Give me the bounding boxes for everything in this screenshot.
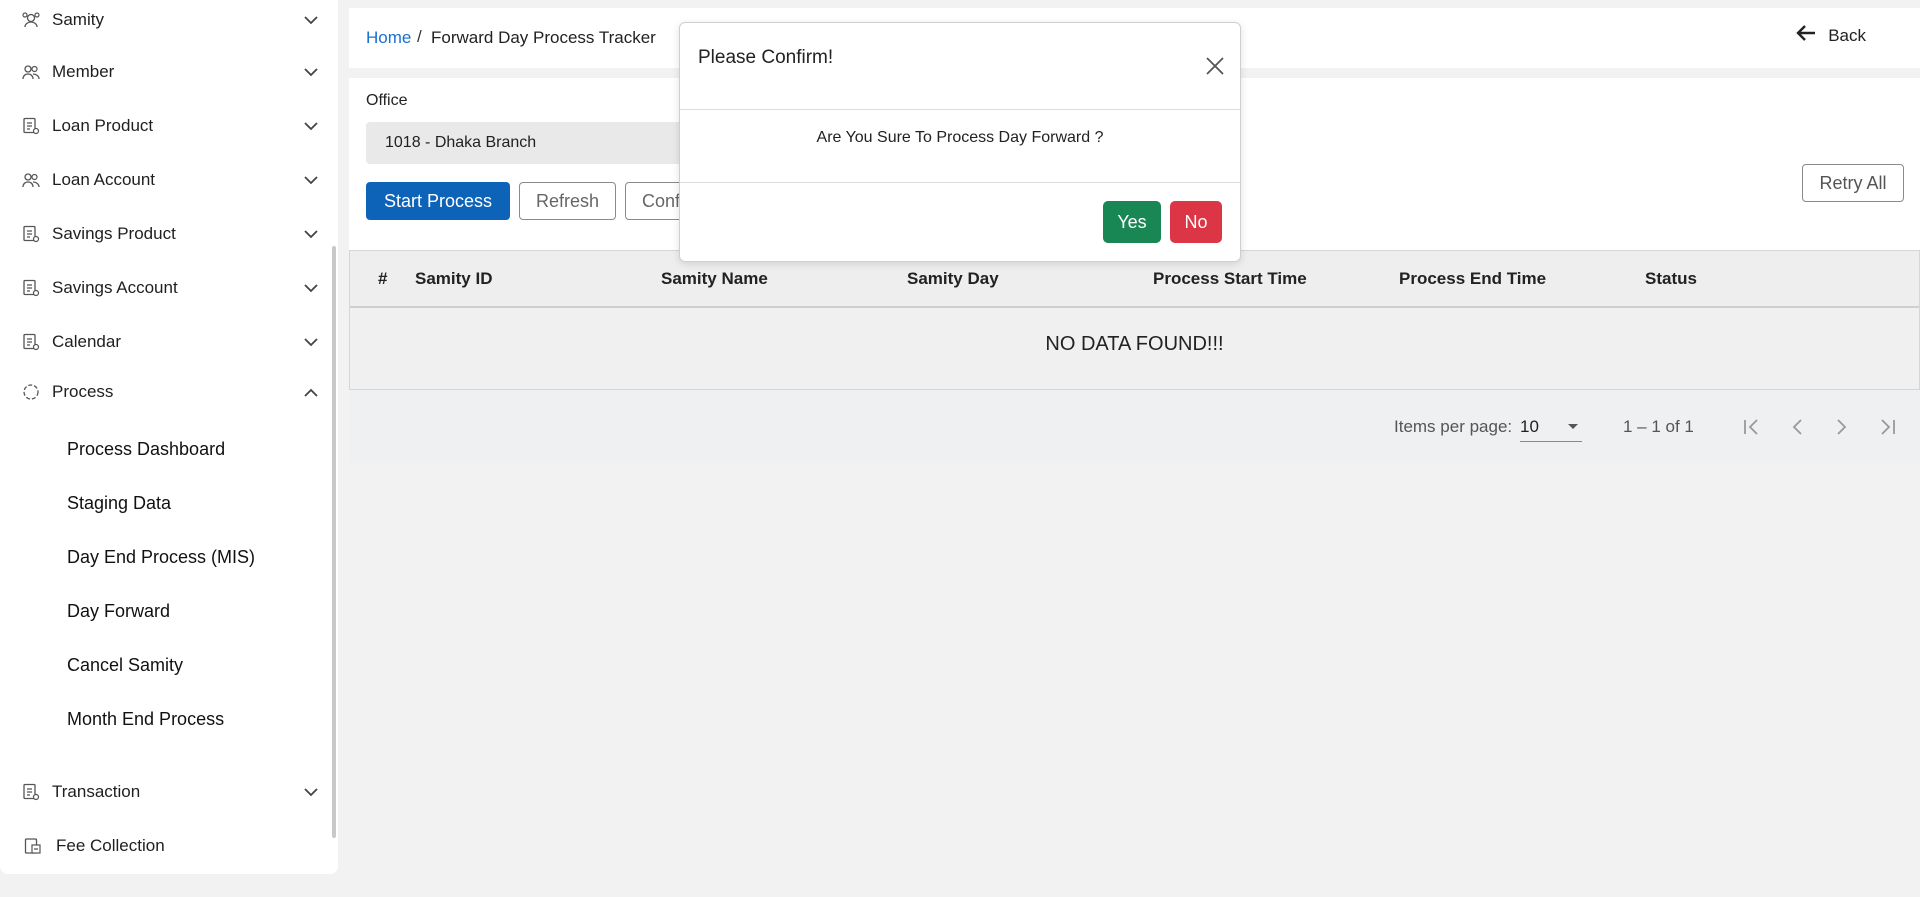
column-header: Samity Name <box>661 269 768 288</box>
dialog-title: Please Confirm! <box>698 47 834 68</box>
column-header: Samity ID <box>415 269 493 288</box>
sidebar-item-label: Savings Account <box>52 278 178 297</box>
confirm-button[interactable]: Conf <box>625 182 685 220</box>
sidebar-item-label: Calendar <box>52 332 121 351</box>
chevron-down-icon <box>302 11 320 29</box>
sidebar-subitem-cancel-samity[interactable]: Cancel Samity <box>67 655 183 676</box>
chevron-down-icon <box>302 783 320 801</box>
sidebar-item-label: Member <box>52 62 115 81</box>
caret-down-icon <box>1568 424 1578 429</box>
arrow-left-icon <box>1796 25 1816 46</box>
refresh-button[interactable]: Refresh <box>519 182 616 220</box>
retry-all-button[interactable]: Retry All <box>1802 164 1904 202</box>
network-icon <box>22 11 40 29</box>
sidebar-item-savings-product[interactable]: Savings Product <box>0 214 330 254</box>
document-icon <box>22 117 40 135</box>
back-label: Back <box>1828 25 1866 45</box>
sidebar-item-label: Loan Product <box>52 116 154 135</box>
sidebar-item-calendar[interactable]: Calendar <box>0 322 330 362</box>
previous-page-icon[interactable] <box>1782 412 1812 442</box>
sidebar-subitem-month-end-process[interactable]: Month End Process <box>67 709 224 730</box>
dialog-divider <box>680 182 1240 183</box>
sidebar-item-label: Transaction <box>52 782 141 801</box>
breadcrumb-home-link[interactable]: Home <box>366 28 411 48</box>
items-per-page-value: 10 <box>1520 417 1539 436</box>
sidebar-subitem-process-dashboard[interactable]: Process Dashboard <box>67 439 225 460</box>
yes-button[interactable]: Yes <box>1103 201 1161 243</box>
sidebar-subitem-staging-data[interactable]: Staging Data <box>67 493 171 514</box>
sidebar-item-label: Process <box>52 382 114 401</box>
process-table: # Samity ID Samity Name Samity Day Proce… <box>349 250 1920 390</box>
sidebar-item-loan-account[interactable]: Loan Account <box>0 160 330 200</box>
sidebar-item-samity[interactable]: Samity <box>0 0 330 40</box>
close-icon[interactable] <box>1204 55 1226 77</box>
column-header: Process Start Time <box>1153 269 1307 288</box>
document-icon <box>22 333 40 351</box>
chevron-down-icon <box>302 63 320 81</box>
column-header: # <box>378 269 388 288</box>
dialog-divider <box>680 109 1240 110</box>
page-range: 1 – 1 of 1 <box>1623 417 1694 436</box>
chevron-down-icon <box>302 225 320 243</box>
chevron-down-icon <box>302 279 320 297</box>
start-process-button[interactable]: Start Process <box>366 182 510 220</box>
document-icon <box>22 783 40 801</box>
next-page-icon[interactable] <box>1827 412 1857 442</box>
sidebar-item-label: Samity <box>52 10 104 29</box>
sidebar-item-savings-account[interactable]: Savings Account <box>0 268 330 308</box>
paginator: Items per page: 10 1 – 1 of 1 <box>349 390 1920 463</box>
users-icon <box>22 63 40 81</box>
sidebar-item-transaction[interactable]: Transaction <box>0 772 330 812</box>
breadcrumb-separator: / <box>417 27 422 46</box>
empty-table-message: NO DATA FOUND!!! <box>1045 333 1224 355</box>
column-header: Samity Day <box>907 269 999 288</box>
fee-icon <box>24 837 42 855</box>
sidebar-item-label: Loan Account <box>52 170 156 189</box>
sidebar-item-process[interactable]: Process <box>0 372 330 412</box>
office-label: Office <box>366 92 408 109</box>
chevron-down-icon <box>302 333 320 351</box>
chevron-up-icon <box>302 383 320 401</box>
column-header: Process End Time <box>1399 269 1547 288</box>
sidebar-subitem-day-end-process[interactable]: Day End Process (MIS) <box>67 547 255 568</box>
back-button[interactable]: Back <box>1796 25 1866 46</box>
items-per-page-select[interactable]: 10 <box>1520 412 1582 442</box>
sidebar-item-label: Savings Product <box>52 224 176 243</box>
dialog-message: Are You Sure To Process Day Forward ? <box>816 129 1104 146</box>
chevron-down-icon <box>302 171 320 189</box>
sidebar-item-loan-product[interactable]: Loan Product <box>0 106 330 146</box>
document-icon <box>22 225 40 243</box>
items-per-page-label: Items per page: <box>1394 417 1513 436</box>
users-icon <box>22 171 40 189</box>
sidebar-subitem-day-forward[interactable]: Day Forward <box>67 601 170 622</box>
refresh-circle-icon <box>22 383 40 401</box>
sidebar: Samity Member Loan Product Loan Account … <box>0 0 338 874</box>
last-page-icon[interactable] <box>1872 412 1902 442</box>
no-button[interactable]: No <box>1170 201 1222 243</box>
document-icon <box>22 279 40 297</box>
column-header: Status <box>1645 269 1697 288</box>
sidebar-item-member[interactable]: Member <box>0 52 330 92</box>
sidebar-item-label: Fee Collection <box>56 836 165 855</box>
chevron-down-icon <box>302 117 320 135</box>
sidebar-item-fee-collection[interactable]: Fee Collection <box>0 826 330 866</box>
first-page-icon[interactable] <box>1737 412 1767 442</box>
confirm-dialog: Please Confirm! Are You Sure To Process … <box>679 22 1241 262</box>
sidebar-scrollbar[interactable] <box>332 246 336 838</box>
page-title: Forward Day Process Tracker <box>431 28 656 47</box>
